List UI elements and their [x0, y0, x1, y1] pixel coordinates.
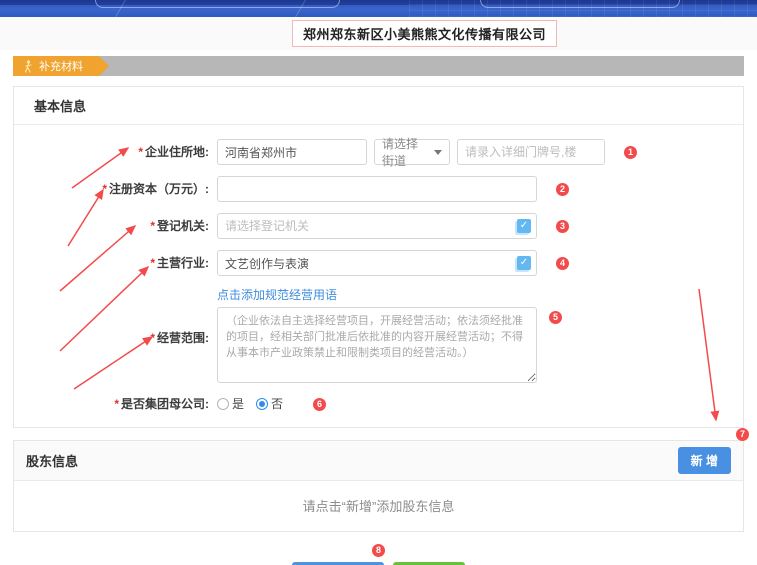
field-row-capital: *注册资本（万元）: 2 [14, 176, 743, 202]
field-row-scope: *经营范围: 点击添加规范经营用语 5 [14, 287, 743, 383]
radio-no[interactable]: 否 [256, 395, 283, 413]
caret-down-icon [434, 150, 442, 155]
basic-info-title: 基本信息 [14, 87, 743, 125]
field-row-address: *企业住所地: 请选择街道 1 [14, 139, 743, 165]
industry-label: *主营行业: [14, 250, 209, 276]
scope-textarea[interactable] [217, 307, 537, 383]
required-mark: * [150, 219, 155, 233]
annotation-badge-8: 8 [372, 544, 385, 557]
annotation-badge-4: 4 [556, 257, 569, 270]
walker-icon [23, 60, 33, 73]
authority-label: *登记机关: [14, 213, 209, 239]
field-row-industry: *主营行业: ✓ 4 [14, 250, 743, 276]
required-mark: * [138, 145, 143, 159]
required-mark: * [150, 256, 155, 270]
add-standard-terms-link[interactable]: 点击添加规范经营用语 [217, 287, 537, 303]
shareholder-empty-hint: 请点击“新增”添加股东信息 [14, 481, 743, 531]
required-mark: * [102, 182, 107, 196]
annotation-badge-5: 5 [549, 311, 562, 324]
industry-input[interactable] [217, 250, 537, 276]
capital-label: *注册资本（万元）: [14, 176, 209, 202]
radio-no-label: 否 [271, 395, 283, 413]
address-city-input[interactable] [217, 139, 367, 165]
scope-label: *经营范围: [14, 325, 209, 351]
radio-yes-label: 是 [232, 395, 244, 413]
field-row-authority: *登记机关: ✓ 3 [14, 213, 743, 239]
required-mark: * [114, 397, 119, 411]
street-select-value: 请选择街道 [382, 135, 428, 169]
radio-yes[interactable]: 是 [217, 395, 244, 413]
street-select[interactable]: 请选择街道 [374, 139, 450, 165]
radio-yes-circle-icon [217, 398, 229, 410]
shareholder-header: 股东信息 新 增 [14, 441, 743, 481]
required-mark: * [150, 331, 155, 345]
checkbox-picker-icon[interactable]: ✓ [517, 219, 531, 233]
basic-info-card: 基本信息 *企业住所地: 请选择街道 1 *注册资本（万元）: [13, 86, 744, 428]
annotation-badge-1: 1 [624, 146, 637, 159]
tab-supplementary-materials[interactable]: 补充材料 [13, 56, 109, 76]
group-parent-label: *是否集团母公司: [14, 395, 209, 413]
annotation-badge-7: 7 [736, 428, 749, 441]
address-label: *企业住所地: [14, 139, 209, 165]
shareholder-card: 股东信息 新 增 请点击“新增”添加股东信息 [13, 440, 744, 532]
company-name: 郑州郑东新区小美熊熊文化传播有限公司 [292, 20, 557, 47]
field-row-group-parent: *是否集团母公司: 是 否 6 [14, 395, 743, 413]
checkbox-picker-icon[interactable]: ✓ [517, 256, 531, 270]
annotation-badge-2: 2 [556, 183, 569, 196]
top-banner [0, 0, 757, 17]
add-shareholder-button[interactable]: 新 增 [678, 447, 731, 474]
annotation-badge-6: 6 [313, 398, 326, 411]
banner-decor-pill [95, 0, 340, 8]
breadcrumb: 补充材料 [13, 56, 744, 76]
footer: 8 完成并提交 返 回 [0, 542, 757, 565]
annotation-badge-3: 3 [556, 220, 569, 233]
address-detail-input[interactable] [457, 139, 605, 165]
title-strip: 郑州郑东新区小美熊熊文化传播有限公司 [0, 17, 757, 50]
page: 郑州郑东新区小美熊熊文化传播有限公司 补充材料 基本信息 *企业住所地: [0, 0, 757, 565]
shareholder-card-wrap: 7 股东信息 新 增 请点击“新增”添加股东信息 [0, 440, 757, 532]
banner-decor-pill [480, 0, 680, 8]
authority-input[interactable] [217, 213, 537, 239]
shareholder-title: 股东信息 [26, 451, 78, 470]
capital-input[interactable] [217, 176, 537, 202]
radio-no-circle-icon [256, 398, 268, 410]
breadcrumb-label: 补充材料 [39, 58, 83, 74]
